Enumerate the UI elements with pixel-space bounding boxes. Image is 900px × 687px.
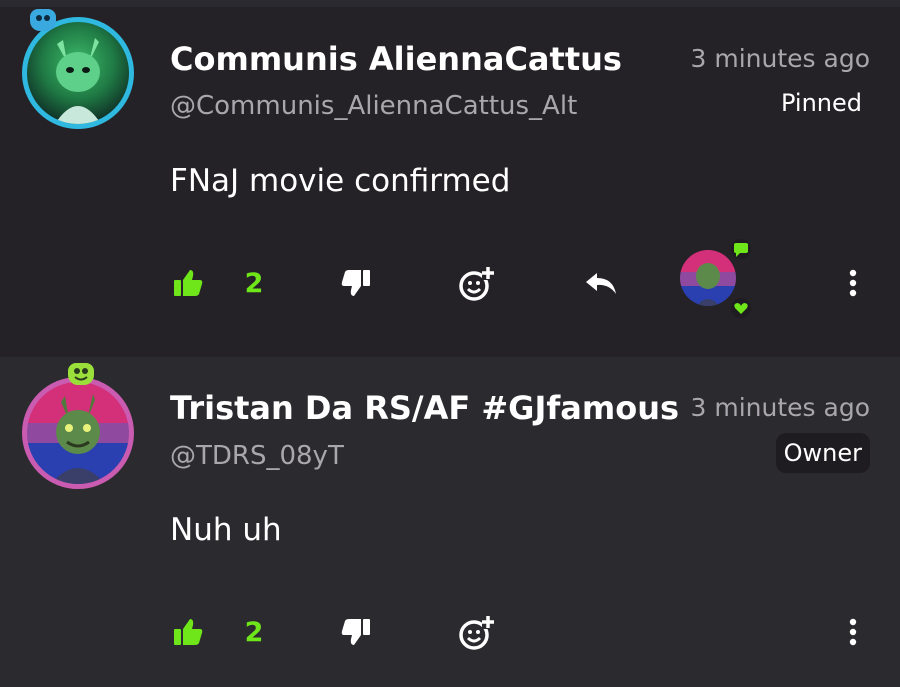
comment-actions: 2 [0, 602, 900, 662]
username[interactable]: Communis AliennaCattus [170, 40, 622, 78]
comment-item: Tristan Da RS/AF #GJfamous @TDRS_08yT 3 … [0, 357, 900, 687]
comment-actions: 2 [0, 239, 900, 318]
like-count: 2 [244, 616, 264, 648]
more-options-button[interactable] [838, 253, 868, 313]
avatar-character-icon [55, 38, 101, 124]
timestamp: 3 minutes ago [690, 393, 870, 422]
reply-button[interactable] [582, 253, 620, 313]
thumbs-up-icon [174, 270, 203, 296]
add-reaction-icon [459, 266, 494, 301]
pinned-badge: Pinned [780, 89, 862, 117]
user-handle[interactable]: @TDRS_08yT [170, 441, 344, 471]
username[interactable]: Tristan Da RS/AF #GJfamous [170, 389, 679, 427]
liked-by-owner-icon [680, 239, 751, 318]
avatar[interactable] [22, 363, 147, 494]
badge-icon [68, 363, 94, 385]
comments-page: Communis AliennaCattus @Communis_Alienna… [0, 0, 900, 687]
add-reaction-icon [459, 615, 494, 650]
like-button[interactable] [170, 602, 206, 662]
timestamp: 3 minutes ago [690, 44, 870, 73]
reply-icon [586, 273, 616, 294]
avatar[interactable] [22, 9, 147, 142]
dislike-button[interactable] [338, 602, 374, 662]
more-icon [849, 269, 857, 297]
thumbs-up-icon [174, 619, 203, 645]
badge-icon [30, 9, 56, 31]
avatar-character-icon [51, 394, 105, 484]
add-reaction-button[interactable] [456, 602, 498, 662]
top-divider [0, 0, 900, 7]
owner-badge: Owner [775, 433, 870, 473]
user-handle[interactable]: @Communis_AliennaCattus_Alt [170, 91, 577, 121]
dislike-button[interactable] [338, 253, 374, 313]
comment-item: Communis AliennaCattus @Communis_Alienna… [0, 7, 900, 357]
add-reaction-button[interactable] [456, 253, 498, 313]
comment-text: FNaJ movie confirmed [170, 163, 511, 199]
like-button[interactable] [170, 253, 206, 313]
comment-text: Nuh uh [170, 512, 282, 548]
owner-liked-avatar [676, 239, 760, 319]
thumbs-down-icon [341, 270, 370, 296]
more-options-button[interactable] [838, 602, 868, 662]
more-icon [849, 618, 857, 646]
like-count: 2 [244, 267, 264, 299]
thumbs-down-icon [341, 619, 370, 645]
